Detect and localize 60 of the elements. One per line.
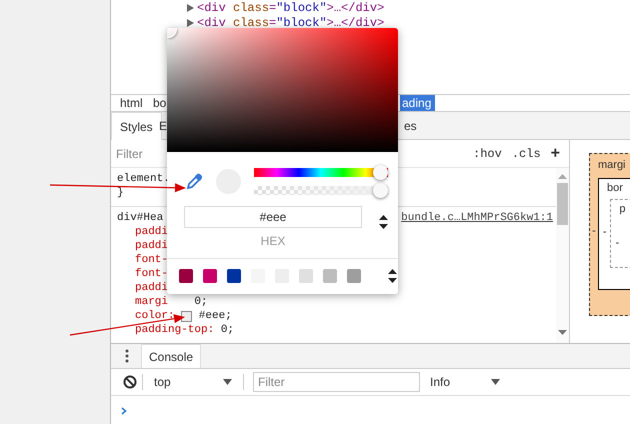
closing-brace: } bbox=[117, 186, 124, 200]
clear-console-icon[interactable] bbox=[123, 375, 137, 389]
console-filter-field[interactable]: Filter bbox=[253, 372, 420, 392]
box-label: bor bbox=[606, 182, 624, 195]
html-code-line: <div class="block">…</div> bbox=[197, 16, 384, 30]
color-swatch[interactable] bbox=[181, 310, 192, 322]
eyedropper-icon[interactable] bbox=[186, 173, 203, 190]
css-property-name: paddi bbox=[135, 281, 168, 295]
filter-field[interactable]: Filter bbox=[116, 146, 316, 160]
box-value: - bbox=[591, 225, 597, 237]
add-rule-button[interactable]: + bbox=[546, 144, 565, 162]
css-property-name: font- bbox=[135, 267, 168, 281]
drawer-tab[interactable]: Console bbox=[141, 344, 202, 368]
caret-icon bbox=[491, 379, 500, 385]
caret-icon bbox=[223, 379, 232, 385]
palette-swatch[interactable] bbox=[323, 269, 337, 283]
hex-input[interactable]: #eee bbox=[184, 206, 362, 228]
palette-swatch[interactable] bbox=[179, 269, 193, 283]
format-label: HEX bbox=[260, 234, 286, 248]
breadcrumb[interactable]: ading bbox=[400, 95, 436, 111]
css-property-name: paddi bbox=[135, 225, 168, 239]
palette-swatch[interactable] bbox=[299, 269, 313, 283]
hover-state-button[interactable]: :hov bbox=[468, 146, 507, 160]
css-property-name: margi bbox=[135, 295, 168, 309]
panel-tab[interactable]: es bbox=[400, 112, 421, 140]
css-property-name: font- bbox=[135, 253, 168, 267]
color-area-handle[interactable] bbox=[167, 28, 177, 38]
up-down-toggle-icon[interactable] bbox=[388, 269, 397, 283]
breadcrumb[interactable]: bo bbox=[152, 95, 168, 111]
box-value: - bbox=[602, 226, 608, 238]
scrollbar-thumb[interactable] bbox=[557, 183, 568, 225]
css-selector: div#Hea bbox=[117, 211, 164, 225]
css-property-name: padding-top: bbox=[135, 323, 214, 337]
prompt-chevron-icon bbox=[121, 407, 127, 415]
scroll-up-arrow-icon[interactable] bbox=[558, 174, 567, 179]
source-link[interactable]: bundle.c…LMhMPrSG6kw1:1 bbox=[401, 211, 553, 225]
css-property-value: 0; bbox=[194, 295, 208, 309]
opacity-slider-thumb[interactable] bbox=[373, 183, 388, 198]
disclosure-triangle-icon[interactable] bbox=[187, 4, 194, 12]
html-code-line: <div class="block">…</div> bbox=[197, 0, 384, 14]
box-value: - bbox=[614, 237, 620, 249]
class-button[interactable]: .cls bbox=[506, 146, 546, 160]
palette-swatch[interactable] bbox=[227, 269, 241, 283]
css-property-name: paddi bbox=[135, 239, 168, 253]
css-property-value: #eee; bbox=[198, 309, 232, 323]
breadcrumb[interactable]: html bbox=[119, 95, 144, 111]
box-label: margi bbox=[597, 159, 627, 172]
css-property-name: color: bbox=[135, 309, 175, 323]
log-level-select[interactable]: Info bbox=[424, 371, 506, 393]
box-label: p bbox=[618, 203, 626, 216]
context-select[interactable]: top bbox=[148, 371, 238, 393]
up-down-toggle-icon[interactable] bbox=[379, 215, 388, 229]
css-selector: element. bbox=[117, 172, 170, 186]
hue-slider-thumb[interactable] bbox=[373, 165, 388, 180]
scroll-down-arrow-icon[interactable] bbox=[558, 330, 567, 335]
css-property-value: 0; bbox=[220, 323, 234, 337]
saturation-brightness-area[interactable] bbox=[167, 28, 398, 152]
palette-swatch[interactable] bbox=[203, 269, 217, 283]
more-menu-icon[interactable] bbox=[125, 349, 129, 363]
palette-swatch[interactable] bbox=[347, 269, 361, 283]
